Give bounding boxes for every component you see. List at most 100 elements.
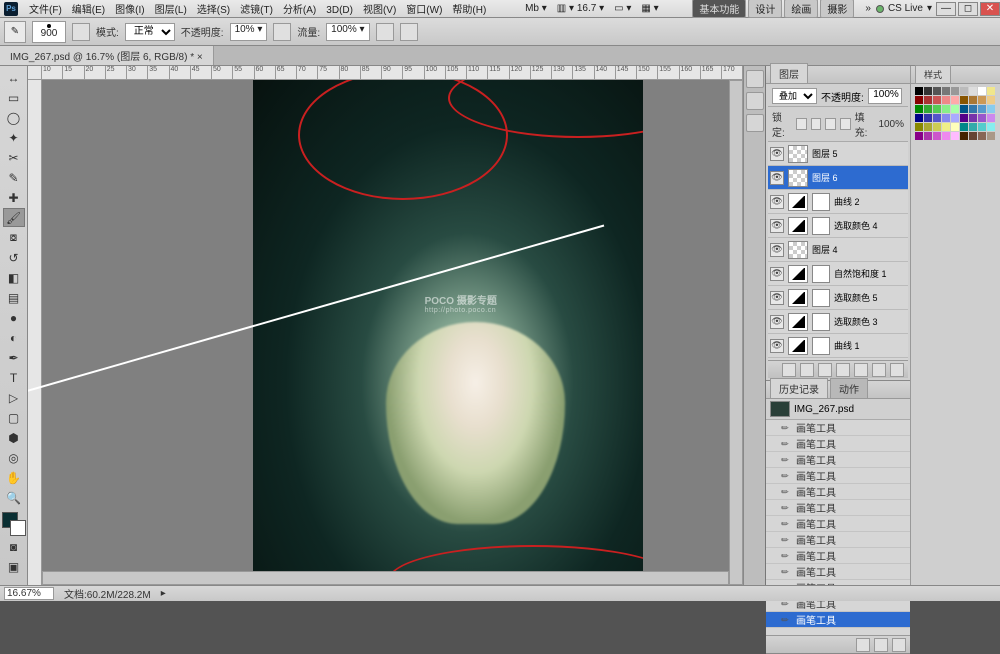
layer-fx-icon[interactable]	[800, 363, 814, 377]
color-swatch[interactable]	[969, 123, 977, 131]
layer-row[interactable]: 👁 曲线 1	[768, 334, 908, 358]
color-swatch[interactable]	[915, 105, 923, 113]
adjustment-layer-icon[interactable]	[836, 363, 850, 377]
new-snapshot-icon[interactable]	[874, 638, 888, 652]
close-tab-icon[interactable]: ×	[197, 52, 203, 63]
layer-thumbnail[interactable]	[788, 145, 808, 163]
layer-name-label[interactable]: 选取颜色 3	[834, 315, 906, 328]
menu-item[interactable]: 分析(A)	[278, 5, 321, 16]
color-swatch[interactable]	[960, 114, 968, 122]
layer-name-label[interactable]: 自然饱和度 1	[834, 267, 906, 280]
color-swatch[interactable]	[960, 96, 968, 104]
dodge-tool[interactable]: ◐	[3, 328, 25, 347]
blur-tool[interactable]: ●	[3, 308, 25, 327]
airbrush-icon[interactable]	[376, 23, 394, 41]
blend-mode-select[interactable]: 正常	[125, 23, 175, 41]
menu-screen[interactable]: ▭ ▾	[609, 3, 636, 14]
color-swatch[interactable]	[951, 87, 959, 95]
color-swatch[interactable]	[924, 87, 932, 95]
quickmask-toggle[interactable]: ◙	[3, 537, 25, 556]
color-swatch[interactable]	[978, 105, 986, 113]
color-swatch[interactable]	[960, 87, 968, 95]
history-snapshot-name[interactable]: IMG_267.psd	[794, 404, 854, 415]
history-step[interactable]: ✎画笔工具	[766, 468, 910, 484]
visibility-toggle-icon[interactable]: 👁	[770, 267, 784, 281]
history-step[interactable]: ✎画笔工具	[766, 612, 910, 628]
history-step[interactable]: ✎画笔工具	[766, 484, 910, 500]
layer-row[interactable]: 👁 自然饱和度 1	[768, 262, 908, 286]
hand-tool[interactable]: ✋	[3, 468, 25, 487]
visibility-toggle-icon[interactable]: 👁	[770, 291, 784, 305]
history-step[interactable]: ✎画笔工具	[766, 500, 910, 516]
zoom-level-input[interactable]: 16.67%	[4, 587, 54, 600]
color-swatch[interactable]	[969, 96, 977, 104]
lock-pixels-icon[interactable]	[811, 118, 822, 130]
color-swatch[interactable]	[987, 123, 995, 131]
workspace-tab[interactable]: 基本功能	[692, 0, 746, 18]
layer-list[interactable]: 👁 图层 5👁 图层 6👁 曲线 2👁 选取颜色 4👁 图层 4👁 自然饱和度 …	[768, 142, 908, 360]
workspace-tab[interactable]: 摄影	[820, 0, 854, 18]
color-swatch[interactable]	[933, 96, 941, 104]
visibility-toggle-icon[interactable]: 👁	[770, 243, 784, 257]
cslive-button[interactable]: CS Live ▾	[876, 3, 932, 14]
new-layer-icon[interactable]	[872, 363, 886, 377]
layer-row[interactable]: 👁 图层 6	[768, 166, 908, 190]
layer-name-label[interactable]: 选取颜色 4	[834, 219, 906, 232]
layer-mask-thumbnail[interactable]	[812, 313, 830, 331]
link-layers-icon[interactable]	[782, 363, 796, 377]
layer-blend-mode-select[interactable]: 叠加	[772, 88, 817, 104]
ruler-origin[interactable]	[28, 66, 42, 80]
color-swatch[interactable]	[924, 96, 932, 104]
layer-row[interactable]: 👁 图层 5	[768, 142, 908, 166]
layer-name-label[interactable]: 图层 4	[812, 243, 906, 256]
menu-hand[interactable]: ▦ ▾	[636, 3, 663, 14]
menu-item[interactable]: 图像(I)	[110, 5, 149, 16]
color-swatch[interactable]	[969, 114, 977, 122]
actions-tab[interactable]: 动作	[830, 378, 868, 398]
color-swatch[interactable]	[960, 123, 968, 131]
screenmode-toggle[interactable]: ▣	[3, 557, 25, 576]
layer-thumbnail[interactable]	[788, 289, 808, 307]
color-swatch[interactable]	[933, 87, 941, 95]
layer-group-icon[interactable]	[854, 363, 868, 377]
menu-item[interactable]: 窗口(W)	[401, 5, 447, 16]
menu-item[interactable]: 帮助(H)	[447, 5, 491, 16]
color-swatch[interactable]	[969, 87, 977, 95]
color-swatch[interactable]	[942, 132, 950, 140]
color-swatch[interactable]	[978, 123, 986, 131]
minimize-button[interactable]: —	[936, 2, 956, 16]
history-step[interactable]: ✎画笔工具	[766, 532, 910, 548]
horizontal-ruler[interactable]: 1015202530354045505560657075808590951001…	[42, 66, 743, 80]
menu-item[interactable]: 选择(S)	[192, 5, 235, 16]
layer-thumbnail[interactable]	[788, 193, 808, 211]
info-chevron-icon[interactable]: ▸	[161, 588, 166, 599]
color-swatch[interactable]	[915, 114, 923, 122]
menu-item[interactable]: 3D(D)	[321, 5, 358, 16]
history-step[interactable]: ✎画笔工具	[766, 436, 910, 452]
layer-mask-thumbnail[interactable]	[812, 217, 830, 235]
layer-row[interactable]: 👁 选取颜色 4	[768, 214, 908, 238]
eyedropper-tool[interactable]: ✎	[3, 168, 25, 187]
layer-opacity-input[interactable]: 100%	[868, 88, 902, 104]
dock-icon-2[interactable]	[746, 92, 764, 110]
color-swatch[interactable]	[942, 114, 950, 122]
pressure-opacity-icon[interactable]	[273, 23, 291, 41]
color-swatch[interactable]	[951, 96, 959, 104]
visibility-toggle-icon[interactable]: 👁	[770, 147, 784, 161]
workspace-tab[interactable]: 绘画	[784, 0, 818, 18]
layer-mask-thumbnail[interactable]	[812, 193, 830, 211]
color-swatch[interactable]	[960, 105, 968, 113]
canvas-scrollbar-vertical[interactable]	[729, 80, 743, 585]
path-tool[interactable]: ▷	[3, 388, 25, 407]
color-swatch[interactable]	[915, 132, 923, 140]
color-swatch[interactable]	[987, 96, 995, 104]
visibility-toggle-icon[interactable]: 👁	[770, 339, 784, 353]
delete-layer-icon[interactable]	[890, 363, 904, 377]
history-step[interactable]: ✎画笔工具	[766, 420, 910, 436]
menu-item[interactable]: 滤镜(T)	[235, 5, 278, 16]
color-swatch[interactable]	[951, 105, 959, 113]
layer-fill-input[interactable]: 100%	[878, 119, 904, 130]
color-swatch[interactable]	[951, 114, 959, 122]
color-swatch[interactable]	[978, 114, 986, 122]
flow-input[interactable]: 100% ▾	[326, 23, 369, 41]
